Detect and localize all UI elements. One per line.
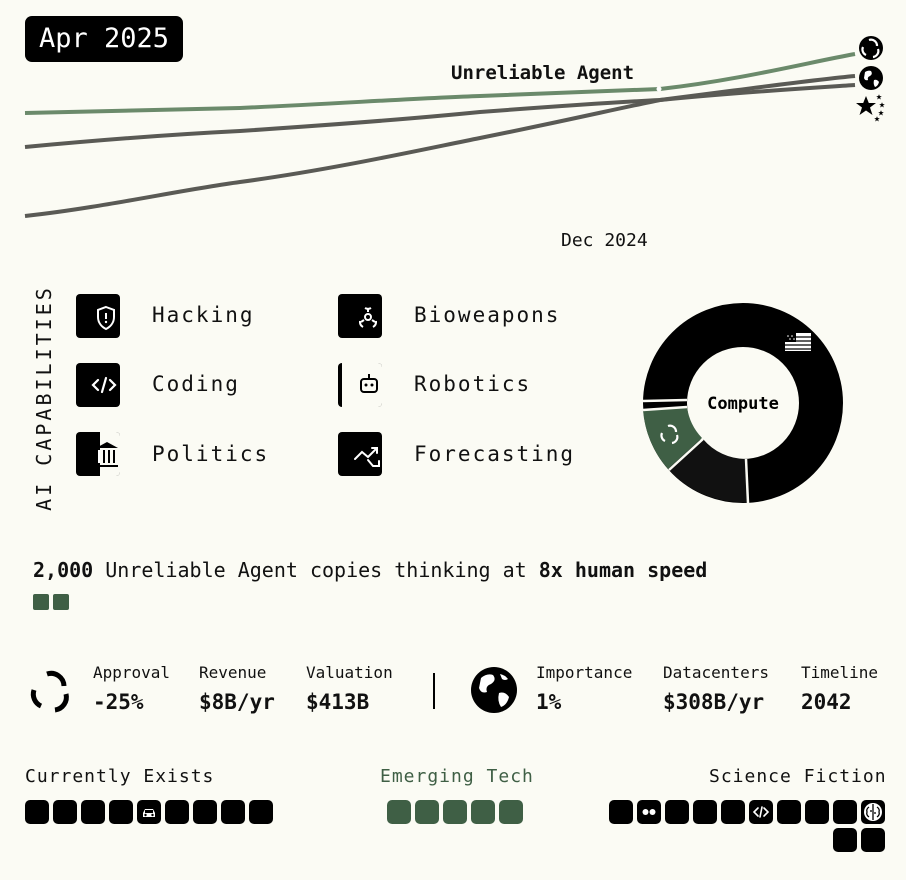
trend-line-marker	[656, 86, 662, 92]
globe-icon	[859, 66, 883, 90]
timeline-marker-label: Dec 2024	[561, 230, 648, 251]
trend-line-dark-1	[24, 83, 856, 218]
us-flag-icon	[785, 333, 811, 351]
agent-line-label: Unreliable Agent	[451, 62, 635, 84]
tech-item-scifi[interactable]	[721, 800, 745, 824]
tech-item[interactable]	[221, 800, 245, 824]
trend-line-accent	[24, 52, 856, 115]
compute-donut: Compute	[642, 303, 843, 504]
stat-approval-label: Approval	[93, 663, 171, 682]
tech-item-scifi[interactable]	[861, 828, 885, 852]
openbrain-logo-icon	[30, 670, 69, 713]
tech-item[interactable]	[81, 800, 105, 824]
tech-item-emerging[interactable]	[471, 800, 495, 824]
trend-icon	[338, 432, 382, 476]
stat-approval-value: -25%	[93, 690, 144, 714]
tech-item-scifi[interactable]	[665, 800, 689, 824]
capability-coding: Coding	[152, 372, 240, 396]
capitol-icon	[76, 432, 120, 476]
agent-copies-text: Unreliable Agent copies thinking at	[93, 558, 539, 582]
code-icon[interactable]	[749, 800, 773, 824]
agent-copies-line: 2,000 Unreliable Agent copies thinking a…	[33, 558, 707, 582]
tech-emerging-heading: Emerging Tech	[380, 766, 534, 787]
copy-indicator	[33, 594, 49, 610]
tech-item-scifi[interactable]	[833, 828, 857, 852]
code-icon	[76, 363, 120, 407]
stat-valuation-value: $413B	[306, 690, 370, 714]
capability-politics: Politics	[152, 442, 270, 466]
stat-timeline-value: 2042	[801, 690, 852, 714]
agent-copies-count: 2,000	[33, 558, 94, 582]
capability-robotics: Robotics	[414, 372, 532, 396]
robot-icon	[338, 363, 382, 407]
openbrain-logo-icon	[859, 36, 883, 60]
biohazard-icon	[338, 294, 382, 338]
tech-exists-heading: Currently Exists	[25, 766, 215, 787]
tech-item[interactable]	[109, 800, 133, 824]
tech-scifi-heading: Science Fiction	[709, 766, 887, 787]
stat-datacenters-label: Datacenters	[663, 663, 769, 682]
tech-item-scifi[interactable]	[693, 800, 717, 824]
tech-item[interactable]	[165, 800, 189, 824]
copy-indicator	[53, 594, 69, 610]
stats-divider	[433, 673, 435, 709]
compute-label: Compute	[707, 394, 779, 414]
tech-item-scifi[interactable]	[805, 800, 829, 824]
agent-speed: 8x human speed	[538, 558, 708, 582]
globe-icon	[471, 667, 517, 713]
tech-item[interactable]	[249, 800, 273, 824]
stat-importance-value: 1%	[536, 690, 562, 714]
stat-datacenters-value: $308B/yr	[663, 690, 765, 714]
tech-item-emerging[interactable]	[387, 800, 411, 824]
tech-item-emerging[interactable]	[443, 800, 467, 824]
stat-valuation-label: Valuation	[306, 663, 393, 682]
china-stars-icon	[856, 94, 885, 122]
stat-revenue-label: Revenue	[199, 663, 267, 682]
shield-icon	[76, 294, 120, 338]
tech-item-emerging[interactable]	[415, 800, 439, 824]
tech-item[interactable]	[25, 800, 49, 824]
stat-revenue-value: $8B/yr	[199, 690, 275, 714]
tech-item-scifi[interactable]	[777, 800, 801, 824]
tech-item[interactable]	[53, 800, 77, 824]
stat-importance-label: Importance	[536, 663, 633, 682]
capability-bioweapons: Bioweapons	[414, 303, 561, 327]
tech-item-scifi[interactable]	[609, 800, 633, 824]
car-icon[interactable]	[137, 800, 161, 824]
capability-forecasting: Forecasting	[414, 442, 576, 466]
tech-item-emerging[interactable]	[499, 800, 523, 824]
capability-hacking: Hacking	[152, 303, 255, 327]
tech-item[interactable]	[193, 800, 217, 824]
eyes-icon[interactable]	[637, 800, 661, 824]
stat-timeline-label: Timeline	[801, 663, 879, 682]
brain-icon[interactable]	[861, 800, 885, 824]
timeline-chart	[24, 36, 885, 218]
capabilities-title: AI CAPABILITIES	[32, 285, 56, 511]
tech-item-scifi[interactable]	[833, 800, 857, 824]
